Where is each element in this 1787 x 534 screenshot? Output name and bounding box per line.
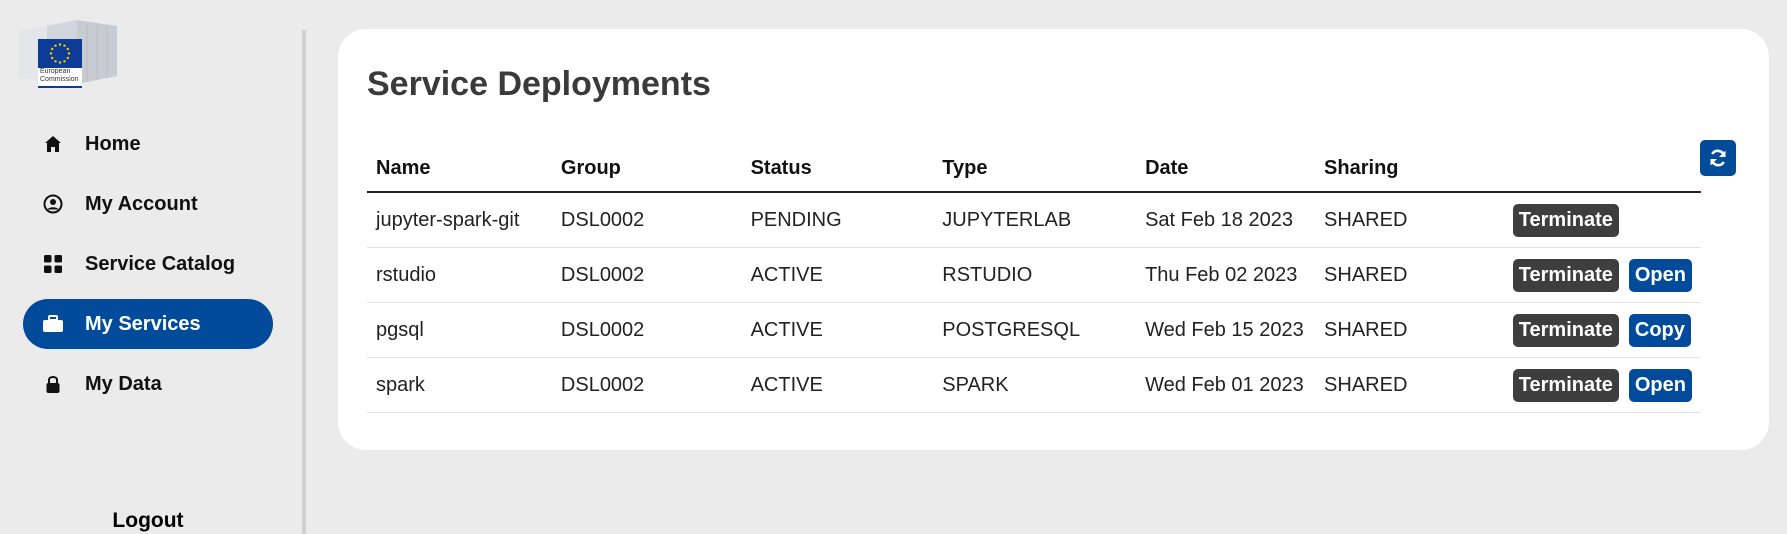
sidebar-item-my-account[interactable]: My Account [23,179,273,229]
cell-name: spark [367,357,552,413]
cell-sharing: SHARED [1315,192,1504,248]
home-icon [42,133,64,155]
cell-group: DSL0002 [551,192,742,248]
column-header-sharing: Sharing [1315,155,1504,193]
sidebar-item-my-data[interactable]: My Data [23,359,273,409]
column-header-type: Type [933,155,1137,193]
cell-group: DSL0002 [551,247,742,303]
cell-group: DSL0002 [551,302,742,358]
table-row: spark DSL0002 ACTIVE SPARK Wed Feb 01 20… [367,357,1701,413]
cell-actions: Terminate Open [1503,247,1701,303]
terminate-button[interactable]: Terminate [1512,203,1619,237]
logo-text-commission: Commission [40,76,79,83]
cell-status: ACTIVE [741,247,934,303]
cell-actions: Terminate Copy [1503,302,1701,358]
cell-type: RSTUDIO [933,247,1137,303]
cell-date: Thu Feb 02 2023 [1136,247,1316,303]
cell-type: JUPYTERLAB [933,192,1137,248]
european-commission-logo[interactable]: European Commission [17,18,119,90]
grid-icon [42,253,64,275]
sidebar-item-label: My Data [85,372,162,395]
open-button[interactable]: Open [1628,368,1692,402]
table-row: jupyter-spark-git DSL0002 PENDING JUPYTE… [367,192,1701,248]
table-header-row: Name Group Status Type Date Sharing [367,155,1701,193]
logo-text-european: European [40,68,71,75]
open-button[interactable]: Open [1628,258,1692,292]
sidebar: European Commission Home My Account Serv… [0,0,303,534]
cell-group: DSL0002 [551,357,742,413]
cell-date: Wed Feb 01 2023 [1136,357,1316,413]
cell-sharing: SHARED [1315,357,1504,413]
sidebar-item-label: Service Catalog [85,252,236,275]
table-row: rstudio DSL0002 ACTIVE RSTUDIO Thu Feb 0… [367,247,1701,303]
cell-name: pgsql [367,302,552,358]
cell-type: SPARK [933,357,1137,413]
terminate-button[interactable]: Terminate [1512,368,1619,402]
cell-sharing: SHARED [1315,247,1504,303]
lock-icon [42,373,64,395]
user-circle-icon [42,193,64,215]
cell-date: Wed Feb 15 2023 [1136,302,1316,358]
refresh-button[interactable] [1700,140,1736,176]
deployments-table: Name Group Status Type Date Sharing jupy… [367,155,1701,413]
page-title: Service Deployments [367,65,711,103]
cell-name: rstudio [367,247,552,303]
cell-status: PENDING [741,192,934,248]
column-header-status: Status [741,155,934,193]
cell-status: ACTIVE [741,302,934,358]
sidebar-item-label: My Services [85,312,201,335]
sidebar-item-label: Home [85,132,141,155]
column-header-actions [1503,155,1701,193]
column-header-name: Name [367,155,552,193]
service-deployments-card: Service Deployments Name Group Status Ty… [338,29,1769,450]
logout-link[interactable]: Logout [0,509,296,533]
sidebar-divider [302,30,306,534]
cell-sharing: SHARED [1315,302,1504,358]
cell-date: Sat Feb 18 2023 [1136,192,1316,248]
cell-name: jupyter-spark-git [367,192,552,248]
cell-actions: Terminate [1503,192,1701,248]
column-header-group: Group [551,155,742,193]
table-row: pgsql DSL0002 ACTIVE POSTGRESQL Wed Feb … [367,302,1701,358]
terminate-button[interactable]: Terminate [1512,313,1619,347]
column-header-date: Date [1136,155,1316,193]
terminate-button[interactable]: Terminate [1512,258,1619,292]
briefcase-icon [42,313,64,335]
sidebar-item-home[interactable]: Home [23,119,273,169]
cell-status: ACTIVE [741,357,934,413]
sidebar-item-my-services[interactable]: My Services [23,299,273,349]
cell-type: POSTGRESQL [933,302,1137,358]
cell-actions: Terminate Open [1503,357,1701,413]
sidebar-item-label: My Account [85,192,198,215]
sidebar-item-service-catalog[interactable]: Service Catalog [23,239,273,289]
refresh-icon [1708,148,1728,168]
copy-button[interactable]: Copy [1628,313,1691,347]
